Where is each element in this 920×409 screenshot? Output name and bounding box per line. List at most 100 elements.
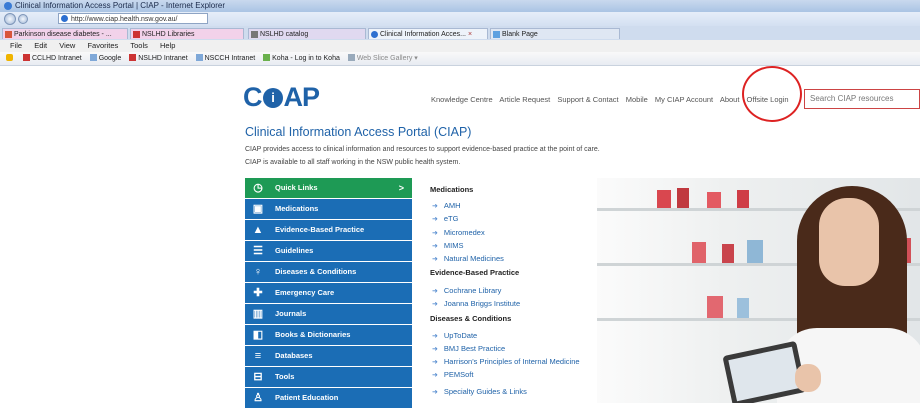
arrow-icon: ➜: [432, 216, 438, 223]
toolbox-icon: ⊟: [253, 371, 263, 383]
menu-favorites[interactable]: Favorites: [87, 41, 118, 50]
forward-button[interactable]: [18, 14, 28, 24]
nav-about[interactable]: About: [720, 95, 740, 104]
fav-koha[interactable]: Koha - Log in to Koha: [263, 52, 340, 65]
fav-google[interactable]: Google: [89, 52, 121, 65]
fav-nscch-intranet[interactable]: NSCCH Intranet: [195, 52, 256, 65]
sidebar-item-label: Quick Links: [275, 183, 318, 192]
arrow-icon: ➜: [432, 333, 438, 340]
sidebar-item-label: Tools: [275, 372, 295, 381]
menu-tools[interactable]: Tools: [130, 41, 148, 50]
clock-icon: ◷: [253, 182, 263, 194]
sidebar-item-label: Diseases & Conditions: [275, 267, 357, 276]
back-button[interactable]: [4, 13, 16, 25]
sidebar-item-tools[interactable]: ⊟ Tools: [245, 367, 412, 387]
fav-label: Koha - Log in to Koha: [272, 55, 340, 62]
tab-label: Blank Page: [502, 31, 538, 38]
fav-nslhd-intranet[interactable]: NSLHD Intranet: [129, 52, 188, 65]
medical-cross-icon: ✚: [253, 287, 263, 299]
link-label: AMH: [443, 201, 461, 210]
tab-parkinson[interactable]: Parkinson disease diabetes - ...: [2, 28, 128, 39]
tab-ciap[interactable]: Clinical Information Acces... ×: [368, 28, 488, 39]
book-icon: ◧: [252, 329, 264, 341]
link-label: Micromedex: [443, 228, 485, 237]
logo-letters: AP: [283, 82, 321, 112]
link-uptodate[interactable]: ➜ UpToDate: [432, 331, 477, 340]
link-specialty-guides[interactable]: ➜ Specialty Guides & Links: [432, 387, 527, 396]
sidebar-item-journals[interactable]: ▥ Journals: [245, 304, 412, 324]
link-label: MIMS: [443, 241, 464, 250]
intro-text: CIAP provides access to clinical informa…: [245, 146, 600, 153]
fav-label: Web Slice Gallery ▾: [356, 55, 418, 62]
link-micromedex[interactable]: ➜ Micromedex: [432, 228, 485, 237]
fav-web-slice-gallery[interactable]: Web Slice Gallery ▾: [347, 52, 418, 65]
link-joanna-briggs[interactable]: ➜ Joanna Briggs Institute: [432, 299, 520, 308]
sidebar-item-emergency-care[interactable]: ✚ Emergency Care: [245, 283, 412, 303]
link-mims[interactable]: ➜ MIMS: [432, 241, 463, 250]
koha-icon: [263, 54, 271, 61]
link-bmj-best-practice[interactable]: ➜ BMJ Best Practice: [432, 344, 505, 353]
page-icon: [195, 54, 203, 61]
page-title: Clinical Information Access Portal (CIAP…: [245, 125, 472, 139]
close-icon[interactable]: ×: [468, 31, 472, 38]
tab-blank[interactable]: Blank Page: [490, 28, 620, 39]
open-book-icon: ▥: [252, 308, 264, 320]
favorites-bar: CCLHD Intranet Google NSLHD Intranet NSC…: [0, 52, 920, 66]
link-harrisons[interactable]: ➜ Harrison's Principles of Internal Medic…: [432, 357, 580, 366]
nsw-waratah-icon: [22, 54, 30, 61]
url-text: http://www.ciap.health.nsw.gov.au/: [71, 16, 178, 23]
sidebar-item-evidence-based-practice[interactable]: ▲ Evidence-Based Practice: [245, 220, 412, 240]
nav-knowledge-centre[interactable]: Knowledge Centre: [431, 95, 493, 104]
menu-help[interactable]: Help: [160, 41, 175, 50]
sidebar-item-databases[interactable]: ≡ Databases: [245, 346, 412, 366]
sidebar-item-guidelines[interactable]: ☰ Guidelines: [245, 241, 412, 261]
fav-cclhd-intranet[interactable]: CCLHD Intranet: [22, 52, 82, 65]
arrow-icon: ➜: [432, 203, 438, 210]
link-label: Natural Medicines: [443, 254, 504, 263]
quick-links-panel: Medications ➜ AMH ➜ eTG ➜ Micromedex ➜ MIMS …: [412, 178, 597, 403]
page-icon: [5, 31, 12, 38]
fav-label: NSCCH Intranet: [204, 55, 256, 62]
person-hand: [795, 364, 821, 392]
site-icon: [61, 15, 68, 22]
arrow-icon: ➜: [432, 389, 438, 396]
sidebar-item-label: Books & Dictionaries: [275, 330, 351, 339]
browser-title-bar: Clinical Information Access Portal | CIA…: [0, 0, 920, 12]
sidebar-item-patient-education[interactable]: ♙ Patient Education: [245, 388, 412, 408]
sidebar-item-quick-links[interactable]: ◷ Quick Links >: [245, 178, 412, 198]
chevron-right-icon: >: [398, 183, 404, 193]
menu-file[interactable]: File: [10, 41, 22, 50]
ciap-icon: [371, 31, 378, 38]
sidebar-item-diseases-conditions[interactable]: ♀ Diseases & Conditions: [245, 262, 412, 282]
sidebar-item-books-dictionaries[interactable]: ◧ Books & Dictionaries: [245, 325, 412, 345]
nav-support-contact[interactable]: Support & Contact: [557, 95, 618, 104]
link-etg[interactable]: ➜ eTG: [432, 214, 458, 223]
tab-nslhd-catalog[interactable]: NSLHD catalog: [248, 28, 366, 39]
arrow-icon: ➜: [432, 230, 438, 237]
nav-my-ciap-account[interactable]: My CIAP Account: [655, 95, 713, 104]
arrow-icon: ➜: [432, 288, 438, 295]
menu-edit[interactable]: Edit: [34, 41, 47, 50]
nav-article-request[interactable]: Article Request: [499, 95, 550, 104]
nav-mobile[interactable]: Mobile: [626, 95, 648, 104]
section-heading: Medications: [430, 185, 474, 194]
sidebar-item-medications[interactable]: ▣ Medications: [245, 199, 412, 219]
search-input[interactable]: Search CIAP resources: [804, 89, 920, 109]
annotation-circle: [742, 66, 802, 122]
favorites-star-icon[interactable]: [6, 52, 15, 65]
sidebar-item-label: Databases: [275, 351, 313, 360]
menu-view[interactable]: View: [59, 41, 75, 50]
person-icon: ♙: [253, 392, 263, 404]
tab-nslhd-libraries[interactable]: NSLHD Libraries: [130, 28, 244, 39]
ciap-logo[interactable]: Ci AP: [243, 82, 321, 112]
url-field[interactable]: http://www.ciap.health.nsw.gov.au/: [58, 13, 208, 24]
nsw-waratah-icon: [129, 54, 137, 61]
link-natural-medicines[interactable]: ➜ Natural Medicines: [432, 254, 504, 263]
link-label: Harrison's Principles of Internal Medici…: [443, 357, 580, 366]
link-pemsoft[interactable]: ➜ PEMSoft: [432, 370, 473, 379]
link-label: UpToDate: [443, 331, 478, 340]
page-icon: [347, 54, 355, 61]
top-navigation: Knowledge Centre Article Request Support…: [431, 95, 794, 104]
link-amh[interactable]: ➜ AMH: [432, 201, 461, 210]
link-cochrane-library[interactable]: ➜ Cochrane Library: [432, 286, 501, 295]
